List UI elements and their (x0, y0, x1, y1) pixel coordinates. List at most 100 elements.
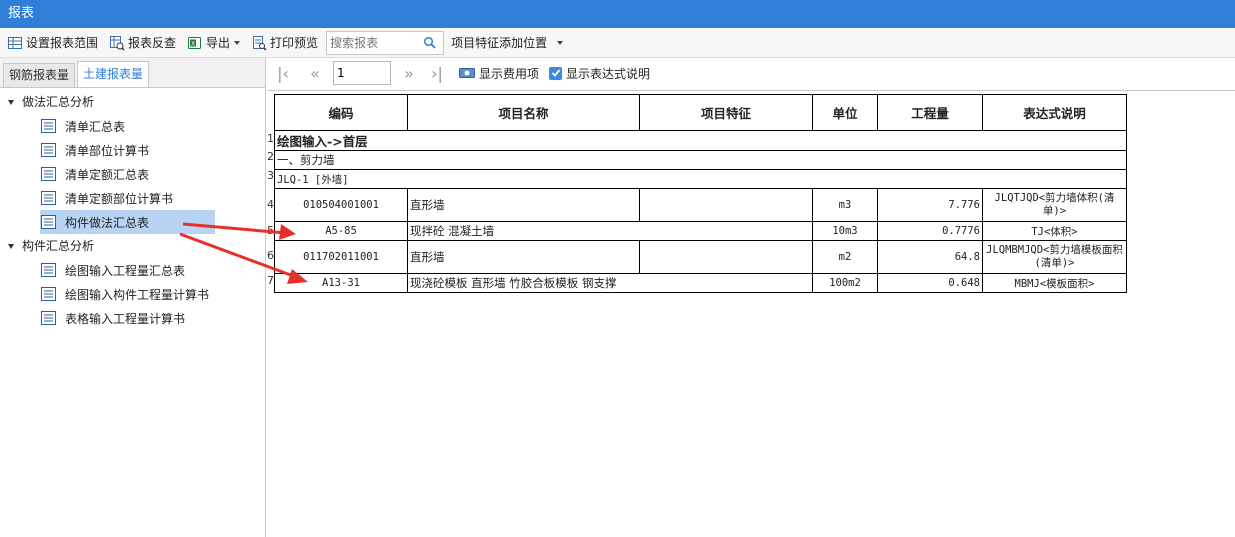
table-row: 绘图输入->首层 (274, 130, 1127, 151)
window-title: 报表 (0, 0, 1235, 28)
tree-item-drawing-quantity-summary[interactable]: 绘图输入工程量汇总表 (40, 258, 215, 282)
report-doc-icon (41, 143, 56, 157)
expand-icon[interactable] (8, 243, 14, 249)
row-number: 1 (267, 132, 274, 145)
quantity-cell: 0.648 (877, 273, 983, 293)
report-doc-icon (41, 191, 56, 205)
tree-item-label: 清单部位计算书 (65, 143, 150, 158)
code-cell: 011702011001 (274, 240, 408, 274)
tab-civil-report[interactable]: 土建报表量 (77, 61, 150, 87)
section-cell: 绘图输入->首层 (274, 130, 1127, 151)
set-range-button[interactable]: 设置报表范围 (3, 31, 102, 55)
report-table: 编码 项目名称 项目特征 单位 工程量 表达式说明 绘图输入->首层 一、剪力墙… (274, 94, 1127, 293)
feature-cell (639, 240, 813, 274)
code-cell: A13-31 (274, 273, 408, 293)
quantity-cell: 7.776 (877, 188, 983, 222)
svg-text:X: X (191, 40, 195, 47)
search-icon[interactable] (423, 36, 437, 50)
feature-position-dropdown[interactable]: 项目特征添加位置 (447, 31, 567, 55)
report-doc-icon (41, 167, 56, 181)
tree-item-bill-summary[interactable]: 清单汇总表 (40, 114, 215, 138)
tree-group-method-summary[interactable]: 做法汇总分析 (8, 91, 94, 113)
code-cell: 010504001001 (274, 188, 408, 222)
table-row: 010504001001 直形墙 m3 7.776 JLQTJQD<剪力墙体积(… (274, 188, 1127, 222)
quantity-cell: 0.7776 (877, 221, 983, 241)
table-header-row: 编码 项目名称 项目特征 单位 工程量 表达式说明 (274, 94, 1127, 131)
tree-item-component-method-summary[interactable]: 构件做法汇总表 (40, 210, 215, 234)
expand-icon[interactable] (8, 99, 14, 105)
name-cell: 现浇砼模板 直形墙 竹胶合板模板 钢支撑 (407, 273, 813, 293)
column-header: 项目名称 (407, 94, 640, 131)
unit-cell: 10m3 (812, 221, 878, 241)
checkmark-icon[interactable] (549, 66, 563, 80)
column-header: 项目特征 (639, 94, 813, 131)
row-number: 7 (267, 274, 274, 287)
feature-position-label: 项目特征添加位置 (451, 36, 548, 50)
report-tabs: 钢筋报表量 土建报表量 (0, 58, 265, 88)
set-range-label: 设置报表范围 (26, 36, 99, 50)
search-input[interactable] (327, 32, 424, 53)
name-cell: 直形墙 (407, 240, 640, 274)
report-doc-icon (41, 263, 56, 277)
column-header: 工程量 (877, 94, 983, 131)
show-expr-checkbox[interactable]: 显示表达式说明 (549, 65, 650, 82)
tree-item-label: 清单定额汇总表 (65, 167, 150, 182)
print-preview-icon (253, 35, 267, 51)
report-search (326, 30, 445, 55)
tree-item-table-input-calc[interactable]: 表格输入工程量计算书 (40, 306, 215, 330)
unit-cell: 100m2 (812, 273, 878, 293)
tree-group-component-summary[interactable]: 构件汇总分析 (8, 235, 94, 257)
tree-item-drawing-component-calc[interactable]: 绘图输入构件工程量计算书 (40, 282, 215, 306)
report-tree-panel: 钢筋报表量 土建报表量 做法汇总分析 清单汇总表 清单部位计算书 清单定额汇总表… (0, 58, 266, 537)
report-doc-icon (41, 311, 56, 325)
tree-group-label: 做法汇总分析 (22, 95, 95, 109)
tree-item-label: 绘图输入构件工程量计算书 (65, 287, 210, 302)
tree-item-bill-quota-location-calc[interactable]: 清单定额部位计算书 (40, 186, 215, 210)
expression-cell: MBMJ<模板面积> (982, 273, 1127, 293)
table-row: 011702011001 直形墙 m2 64.8 JLQMBMJQD<剪力墙模板… (274, 240, 1127, 274)
reverse-check-button[interactable]: 报表反查 (105, 31, 180, 55)
tree-group-label: 构件汇总分析 (22, 239, 95, 253)
expression-cell: JLQTJQD<剪力墙体积(清单)> (982, 188, 1127, 222)
print-preview-button[interactable]: 打印预览 (247, 31, 322, 55)
tab-rebar-report[interactable]: 钢筋报表量 (3, 63, 76, 87)
reverse-check-label: 报表反查 (128, 36, 177, 50)
export-label: 导出 (206, 36, 231, 50)
column-header: 编码 (274, 94, 408, 131)
table-row: A13-31 现浇砼模板 直形墙 竹胶合板模板 钢支撑 100m2 0.648 … (274, 273, 1127, 293)
row-number: 3 (267, 169, 274, 182)
quantity-cell: 64.8 (877, 240, 983, 274)
next-page-icon[interactable]: » (397, 64, 421, 83)
page-number-input[interactable] (333, 61, 391, 85)
unit-cell: m3 (812, 188, 878, 222)
tree-item-label: 构件做法汇总表 (65, 215, 150, 230)
print-preview-label: 打印预览 (270, 36, 319, 50)
column-header: 表达式说明 (982, 94, 1127, 131)
chevron-down-icon (234, 40, 241, 45)
show-expr-label: 显示表达式说明 (566, 66, 651, 81)
table-row: A5-85 现拌砼 混凝土墙 10m3 0.7776 TJ<体积> (274, 221, 1127, 241)
excel-export-icon: X (188, 36, 202, 49)
export-dropdown[interactable]: X 导出 (183, 31, 244, 55)
first-page-icon[interactable]: |‹ (271, 64, 295, 83)
row-number: 4 (267, 198, 274, 211)
report-doc-icon (41, 119, 56, 133)
page-navigation: |‹ « » ›| 显示费用项 显示表达式说明 (267, 58, 1235, 88)
last-page-icon[interactable]: ›| (425, 64, 449, 83)
row-number: 5 (267, 224, 274, 237)
tree-item-label: 清单定额部位计算书 (65, 191, 174, 206)
prev-page-icon[interactable]: « (303, 64, 327, 83)
tree-item-bill-quota-summary[interactable]: 清单定额汇总表 (40, 162, 215, 186)
tree-item-label: 清单汇总表 (65, 119, 126, 134)
tree-item-bill-location-calc[interactable]: 清单部位计算书 (40, 138, 215, 162)
cost-icon (459, 68, 475, 78)
report-doc-icon (41, 287, 56, 301)
show-cost-toggle[interactable]: 显示费用项 (459, 65, 539, 82)
expression-cell: TJ<体积> (982, 221, 1127, 241)
chevron-down-icon (557, 40, 564, 45)
grid-settings-icon (8, 36, 22, 49)
name-cell: 现拌砼 混凝土墙 (407, 221, 813, 241)
row-number: 2 (267, 150, 274, 163)
toolbar: 设置报表范围 报表反查 X 导出 打印预览 项目特征添加 (0, 28, 1235, 58)
expression-cell: JLQMBMJQD<剪力墙模板面积(清单)> (982, 240, 1127, 274)
